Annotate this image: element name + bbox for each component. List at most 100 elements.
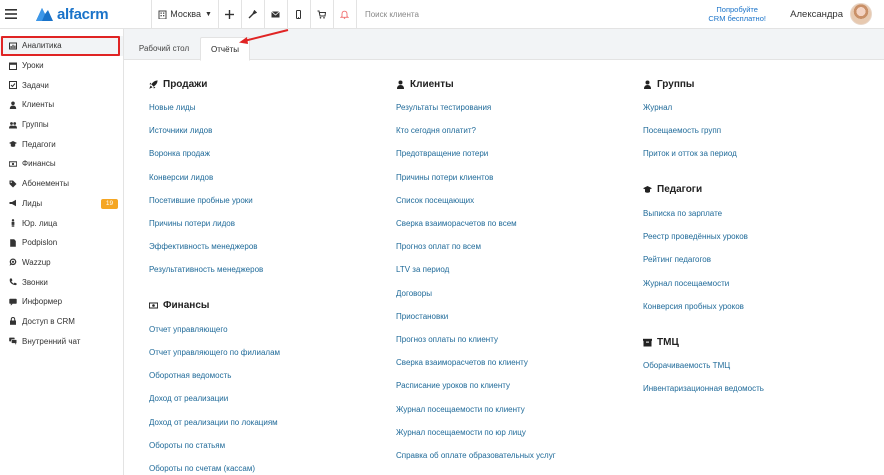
reports-content: Продажи Новые лиды Источники лидов Ворон…: [124, 60, 884, 475]
report-link[interactable]: Воронка продаж: [149, 149, 210, 158]
graduation-cap-icon: [643, 186, 652, 193]
mobile-button[interactable]: [288, 0, 311, 29]
report-link[interactable]: Доход от реализации: [149, 394, 228, 403]
report-link[interactable]: Рейтинг педагогов: [643, 255, 711, 264]
money-icon: [149, 302, 158, 309]
sidebar-item-analytics[interactable]: Аналитика: [0, 36, 123, 56]
section-title-clients: Клиенты: [396, 79, 454, 90]
logo[interactable]: alfacrm: [34, 0, 109, 29]
report-link[interactable]: Журнал: [643, 103, 672, 112]
report-link[interactable]: Посетившие пробные уроки: [149, 196, 253, 205]
report-link[interactable]: Отчет управляющего: [149, 325, 228, 334]
report-link[interactable]: Конверсии лидов: [149, 173, 213, 182]
tab-bar: Рабочий стол Отчёты: [124, 29, 884, 61]
report-link[interactable]: Отчет управляющего по филиалам: [149, 348, 280, 357]
report-link[interactable]: Реестр проведённых уроков: [643, 232, 748, 241]
analytics-icon: [9, 42, 17, 50]
report-link[interactable]: Прогноз оплат по всем: [396, 242, 481, 251]
sidebar-item-crm-access[interactable]: Доступ в CRM: [0, 312, 123, 332]
report-link[interactable]: Сверка взаиморасчетов по всем: [396, 219, 517, 228]
report-link[interactable]: Новые лиды: [149, 103, 195, 112]
report-link[interactable]: Кто сегодня оплатит?: [396, 126, 476, 135]
report-link[interactable]: Посещаемость групп: [643, 126, 721, 135]
report-link[interactable]: Обороты по счетам (кассам): [149, 464, 255, 473]
sidebar-item-internal-chat[interactable]: Внутренний чат: [0, 331, 123, 351]
report-link[interactable]: Обороты по статьям: [149, 441, 225, 450]
report-link[interactable]: Журнал посещаемости: [643, 279, 729, 288]
cart-button[interactable]: [311, 0, 334, 29]
tab-desktop[interactable]: Рабочий стол: [128, 37, 200, 60]
sidebar: Аналитика Уроки Задачи Клиенты Группы Пе…: [0, 29, 124, 475]
mail-button[interactable]: [265, 0, 288, 29]
report-link[interactable]: Прогноз оплаты по клиенту: [396, 335, 498, 344]
calendar-icon: [9, 62, 17, 70]
report-link[interactable]: Расписание уроков по клиенту: [396, 381, 510, 390]
user-icon: [397, 80, 404, 89]
sidebar-item-legal-entities[interactable]: Юр. лица: [0, 213, 123, 233]
report-link[interactable]: Источники лидов: [149, 126, 212, 135]
sidebar-item-teachers[interactable]: Педагоги: [0, 134, 123, 154]
promo-link[interactable]: Попробуйте CRM бесплатно!: [698, 5, 776, 23]
report-link[interactable]: Результативность менеджеров: [149, 265, 263, 274]
client-search: [357, 0, 698, 29]
report-link[interactable]: Эффективность менеджеров: [149, 242, 258, 251]
section-title-finance: Финансы: [149, 300, 209, 311]
report-link[interactable]: Предотвращение потери: [396, 149, 488, 158]
report-link[interactable]: Инвентаризационная ведомость: [643, 384, 764, 393]
add-button[interactable]: [219, 0, 242, 29]
user-name: Александра: [790, 8, 843, 20]
report-link[interactable]: Приток и отток за период: [643, 149, 737, 158]
section-title-tmc: ТМЦ: [643, 337, 679, 348]
report-link[interactable]: LTV за период: [396, 265, 449, 274]
report-link[interactable]: Причины потери лидов: [149, 219, 235, 228]
rocket-icon: [149, 80, 158, 89]
report-link[interactable]: Приостановки: [396, 312, 448, 321]
building-icon: [158, 10, 167, 19]
whatsapp-icon: [9, 258, 17, 267]
bell-icon: [340, 10, 350, 19]
tag-icon: [9, 180, 17, 188]
report-link[interactable]: Оборотная ведомость: [149, 371, 231, 380]
report-link[interactable]: Журнал посещаемости по юр лицу: [396, 428, 526, 437]
logo-icon: [36, 8, 53, 21]
city-selector[interactable]: Москва ▼: [152, 0, 218, 29]
sidebar-item-tasks[interactable]: Задачи: [0, 75, 123, 95]
report-link[interactable]: Причины потери клиентов: [396, 173, 493, 182]
report-link[interactable]: Результаты тестирования: [396, 103, 491, 112]
report-link[interactable]: Конверсия пробных уроков: [643, 302, 744, 311]
notifications-button[interactable]: [334, 0, 357, 29]
user-menu[interactable]: Александра: [790, 3, 872, 25]
search-input[interactable]: [364, 9, 565, 19]
report-link[interactable]: Список посещающих: [396, 196, 474, 205]
user-icon: [9, 101, 17, 109]
report-link[interactable]: Оборачиваемость ТМЦ: [643, 361, 730, 370]
sidebar-item-finance[interactable]: Финансы: [0, 154, 123, 174]
report-link[interactable]: Доход от реализации по локациям: [149, 418, 278, 427]
sidebar-item-clients[interactable]: Клиенты: [0, 95, 123, 115]
sidebar-item-podpislon[interactable]: Podpislon: [0, 233, 123, 253]
report-link[interactable]: Сверка взаиморасчетов по клиенту: [396, 358, 528, 367]
wrench-icon: [248, 9, 258, 18]
top-bar: alfacrm Москва ▼ Попробуйте CRM бесплатн…: [0, 0, 884, 29]
sidebar-item-calls[interactable]: Звонки: [0, 272, 123, 292]
section-title-teachers: Педагоги: [643, 184, 702, 195]
leads-count-badge: 19: [101, 198, 118, 209]
report-link[interactable]: Выписка по зарплате: [643, 209, 722, 218]
sidebar-item-wazzup[interactable]: Wazzup: [0, 253, 123, 273]
report-link[interactable]: Журнал посещаемости по клиенту: [396, 405, 525, 414]
report-link[interactable]: Договоры: [396, 289, 432, 298]
user-icon: [644, 80, 651, 89]
sidebar-item-lessons[interactable]: Уроки: [0, 56, 123, 76]
sidebar-item-subscriptions[interactable]: Абонементы: [0, 174, 123, 194]
sidebar-item-groups[interactable]: Группы: [0, 115, 123, 135]
sidebar-item-leads[interactable]: Лиды 19: [0, 194, 123, 214]
report-link[interactable]: Справка об оплате образовательных услуг: [396, 451, 556, 460]
group-icon: [9, 121, 17, 129]
box-icon: [643, 338, 652, 347]
sidebar-item-informer[interactable]: Информер: [0, 292, 123, 312]
menu-icon[interactable]: [0, 0, 22, 29]
tab-reports[interactable]: Отчёты: [200, 37, 250, 61]
tools-button[interactable]: [242, 0, 265, 29]
section-title-sales: Продажи: [149, 79, 207, 90]
avatar[interactable]: [850, 3, 872, 25]
